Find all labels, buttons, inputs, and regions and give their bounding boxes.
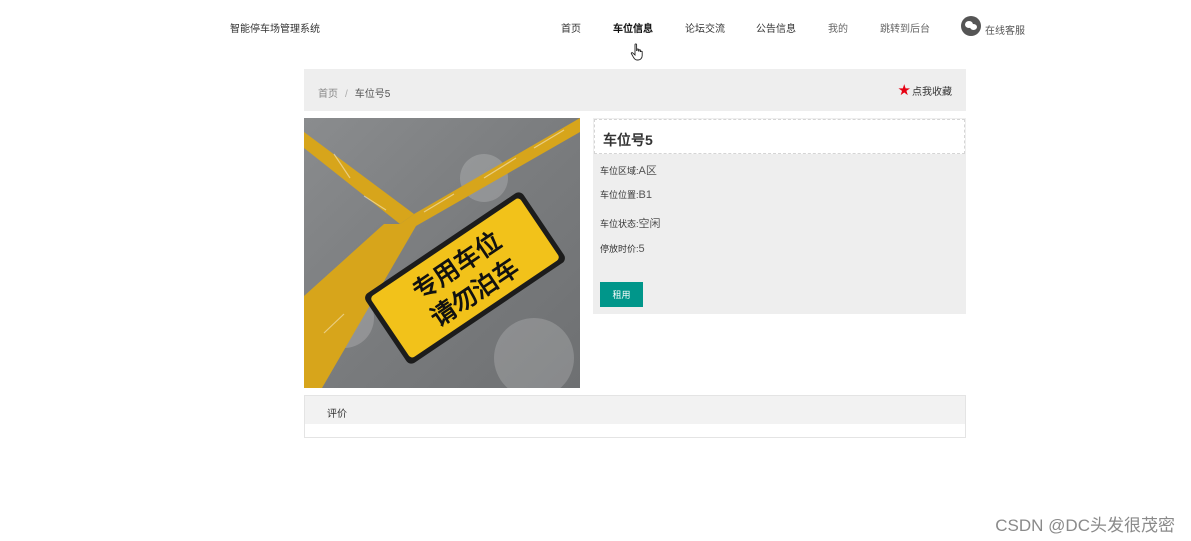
info-value: 空闲: [638, 218, 661, 230]
info-value: B1: [638, 189, 652, 201]
breadcrumb-current: 车位号5: [354, 89, 391, 100]
parking-detail-panel: 车位号5 车位区域:A区 车位位置:B1 车位状态:空闲 停放时价:5 租用: [593, 118, 966, 314]
breadcrumb-separator: /: [345, 89, 348, 100]
watermark: CSDN @DC头发很茂密: [995, 516, 1175, 535]
favorite-button[interactable]: ★ 点我收藏: [897, 81, 952, 99]
info-label: 车位区域:: [600, 166, 639, 176]
nav-mine[interactable]: 我的: [828, 20, 848, 35]
favorite-label: 点我收藏: [912, 87, 952, 98]
spot-title: 车位号5: [594, 119, 965, 154]
info-label: 车位位置:: [600, 190, 639, 200]
breadcrumb: 首页 / 车位号5: [318, 85, 390, 100]
info-label: 停放时价:: [600, 244, 639, 254]
site-title: 智能停车场管理系统: [230, 24, 320, 35]
online-service-label: 在线客服: [985, 26, 1025, 37]
review-section: 评价: [304, 395, 966, 438]
star-icon: ★: [897, 81, 911, 99]
hand-cursor-icon: [630, 43, 643, 61]
nav-forum[interactable]: 论坛交流: [685, 20, 725, 35]
parking-spot-photo: 专用车位 请勿泊车: [304, 118, 580, 388]
info-row-status: 车位状态:空闲: [600, 215, 661, 231]
tab-review[interactable]: 评价: [305, 396, 965, 424]
info-row-area: 车位区域:A区: [600, 162, 657, 178]
online-service-link[interactable]: 在线客服: [961, 14, 1025, 37]
breadcrumb-bar: 首页 / 车位号5 ★ 点我收藏: [304, 69, 966, 111]
breadcrumb-home[interactable]: 首页: [318, 89, 338, 100]
nav-admin[interactable]: 跳转到后台: [880, 20, 930, 35]
info-value: 5: [638, 243, 645, 255]
top-navbar: 智能停车场管理系统 首页 车位信息 论坛交流 公告信息 我的 跳转到后台 在线客…: [0, 0, 1191, 54]
info-row-price: 停放时价:5: [600, 242, 645, 255]
nav-parking-info[interactable]: 车位信息: [613, 20, 653, 35]
info-value: A区: [638, 165, 657, 177]
wechat-icon: [961, 15, 981, 36]
nav-announcements[interactable]: 公告信息: [756, 20, 796, 35]
nav-home[interactable]: 首页: [561, 20, 581, 35]
rent-button[interactable]: 租用: [600, 282, 643, 307]
info-row-position: 车位位置:B1: [600, 188, 652, 201]
info-label: 车位状态:: [600, 219, 639, 229]
